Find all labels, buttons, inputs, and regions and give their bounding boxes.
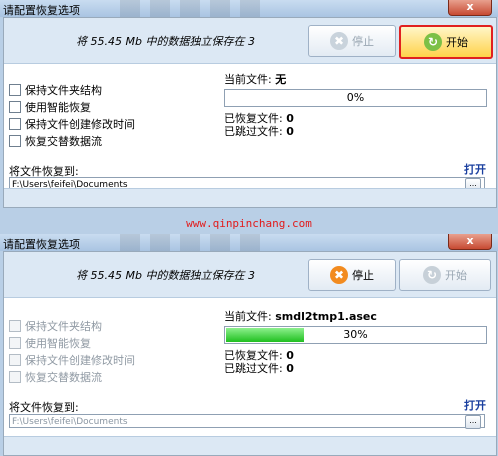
current-file-value: 无 — [275, 73, 287, 86]
recovery-options-dialog-idle: 请配置恢复选项 x 将 55.45 Mb 中的数据独立保存在 3 ✖ 停止 ↻ … — [0, 0, 498, 208]
current-file-label: 当前文件: — [224, 310, 272, 323]
action-band: 将 55.45 Mb 中的数据独立保存在 3 ✖ 停止 ↻ 开始 — [4, 252, 496, 298]
option-alternate-streams[interactable]: 恢复交替数据流 — [9, 133, 102, 149]
destination-path-input[interactable]: F:\Users\feifei\Documents ... — [9, 414, 485, 429]
option-keep-timestamps[interactable]: 保持文件创建修改时间 — [9, 352, 135, 368]
action-band: 将 55.45 Mb 中的数据独立保存在 3 ✖ 停止 ↻ 开始 — [4, 18, 496, 64]
option-smart-recovery[interactable]: 使用智能恢复 — [9, 99, 91, 115]
checkbox[interactable] — [9, 101, 21, 113]
start-button[interactable]: ↻ 开始 — [399, 25, 493, 59]
dialog-footer — [4, 436, 496, 455]
current-file-label: 当前文件: — [224, 73, 272, 86]
skipped-count: 0 — [286, 362, 294, 375]
start-label: 开始 — [446, 36, 468, 49]
checkbox[interactable] — [9, 320, 21, 332]
option-keep-folder-structure[interactable]: 保持文件夹结构 — [9, 318, 102, 334]
checkbox[interactable] — [9, 354, 21, 366]
dialog-body: 将 55.45 Mb 中的数据独立保存在 3 ✖ 停止 ↻ 开始 保持文件夹结构… — [3, 17, 497, 208]
option-label: 保持文件夹结构 — [25, 320, 102, 333]
background-text — [120, 234, 270, 251]
stop-label: 停止 — [352, 269, 374, 282]
stop-icon: ✖ — [330, 266, 348, 284]
save-info: 将 55.45 Mb 中的数据独立保存在 3 — [76, 269, 255, 282]
open-link[interactable]: 打开 — [464, 161, 486, 177]
option-label: 保持文件创建修改时间 — [25, 354, 135, 367]
current-file-value: smdl2tmp1.asec — [275, 310, 377, 323]
option-keep-timestamps[interactable]: 保持文件创建修改时间 — [9, 116, 135, 132]
window-title: 请配置恢复选项 — [3, 238, 80, 251]
progress-text: 30% — [343, 328, 368, 341]
recovery-options-dialog-running: 请配置恢复选项 x 将 55.45 Mb 中的数据独立保存在 3 ✖ 停止 ↻ … — [0, 234, 498, 456]
current-file-line: 当前文件: smdl2tmp1.asec — [224, 308, 377, 324]
checkbox[interactable] — [9, 135, 21, 147]
option-label: 使用智能恢复 — [25, 337, 91, 350]
skipped-label: 已跳过文件: — [224, 125, 283, 138]
browse-button[interactable]: ... — [465, 415, 481, 429]
title-bar: 请配置恢复选项 x — [0, 234, 498, 251]
checkbox[interactable] — [9, 337, 21, 349]
save-info: 将 55.45 Mb 中的数据独立保存在 3 — [76, 35, 255, 48]
option-alternate-streams[interactable]: 恢复交替数据流 — [9, 369, 102, 385]
stop-icon: ✖ — [330, 32, 348, 50]
open-link[interactable]: 打开 — [464, 397, 486, 413]
checkbox[interactable] — [9, 118, 21, 130]
checkbox[interactable] — [9, 371, 21, 383]
progress-bar: 30% — [224, 326, 487, 344]
window-title: 请配置恢复选项 — [3, 4, 80, 17]
option-smart-recovery[interactable]: 使用智能恢复 — [9, 335, 91, 351]
start-icon: ↻ — [423, 266, 441, 284]
dialog-footer — [4, 188, 496, 207]
skipped-line: 已跳过文件: 0 — [224, 360, 294, 376]
background-text — [120, 0, 270, 17]
option-label: 恢复交替数据流 — [25, 371, 102, 384]
skipped-line: 已跳过文件: 0 — [224, 123, 294, 139]
title-bar: 请配置恢复选项 x — [0, 0, 498, 17]
option-label: 使用智能恢复 — [25, 101, 91, 114]
option-label: 保持文件夹结构 — [25, 84, 102, 97]
close-button[interactable]: x — [448, 0, 492, 16]
close-button[interactable]: x — [448, 234, 492, 250]
start-label: 开始 — [445, 269, 467, 282]
stop-label: 停止 — [352, 35, 374, 48]
start-icon: ↻ — [424, 33, 442, 51]
watermark: www.qinpinchang.com — [186, 217, 312, 230]
start-button[interactable]: ↻ 开始 — [399, 259, 491, 291]
option-keep-folder-structure[interactable]: 保持文件夹结构 — [9, 82, 102, 98]
progress-bar: 0% — [224, 89, 487, 107]
dialog-body: 将 55.45 Mb 中的数据独立保存在 3 ✖ 停止 ↻ 开始 保持文件夹结构… — [3, 251, 497, 456]
path-text: F:\Users\feifei\Documents — [12, 417, 128, 427]
destination-label: 将文件恢复到: — [9, 401, 79, 414]
progress-text: 0% — [346, 91, 365, 104]
current-file-line: 当前文件: 无 — [224, 71, 286, 87]
checkbox[interactable] — [9, 84, 21, 96]
stop-button[interactable]: ✖ 停止 — [308, 25, 396, 57]
stop-button[interactable]: ✖ 停止 — [308, 259, 396, 291]
skipped-label: 已跳过文件: — [224, 362, 283, 375]
option-label: 保持文件创建修改时间 — [25, 118, 135, 131]
skipped-count: 0 — [286, 125, 294, 138]
option-label: 恢复交替数据流 — [25, 135, 102, 148]
